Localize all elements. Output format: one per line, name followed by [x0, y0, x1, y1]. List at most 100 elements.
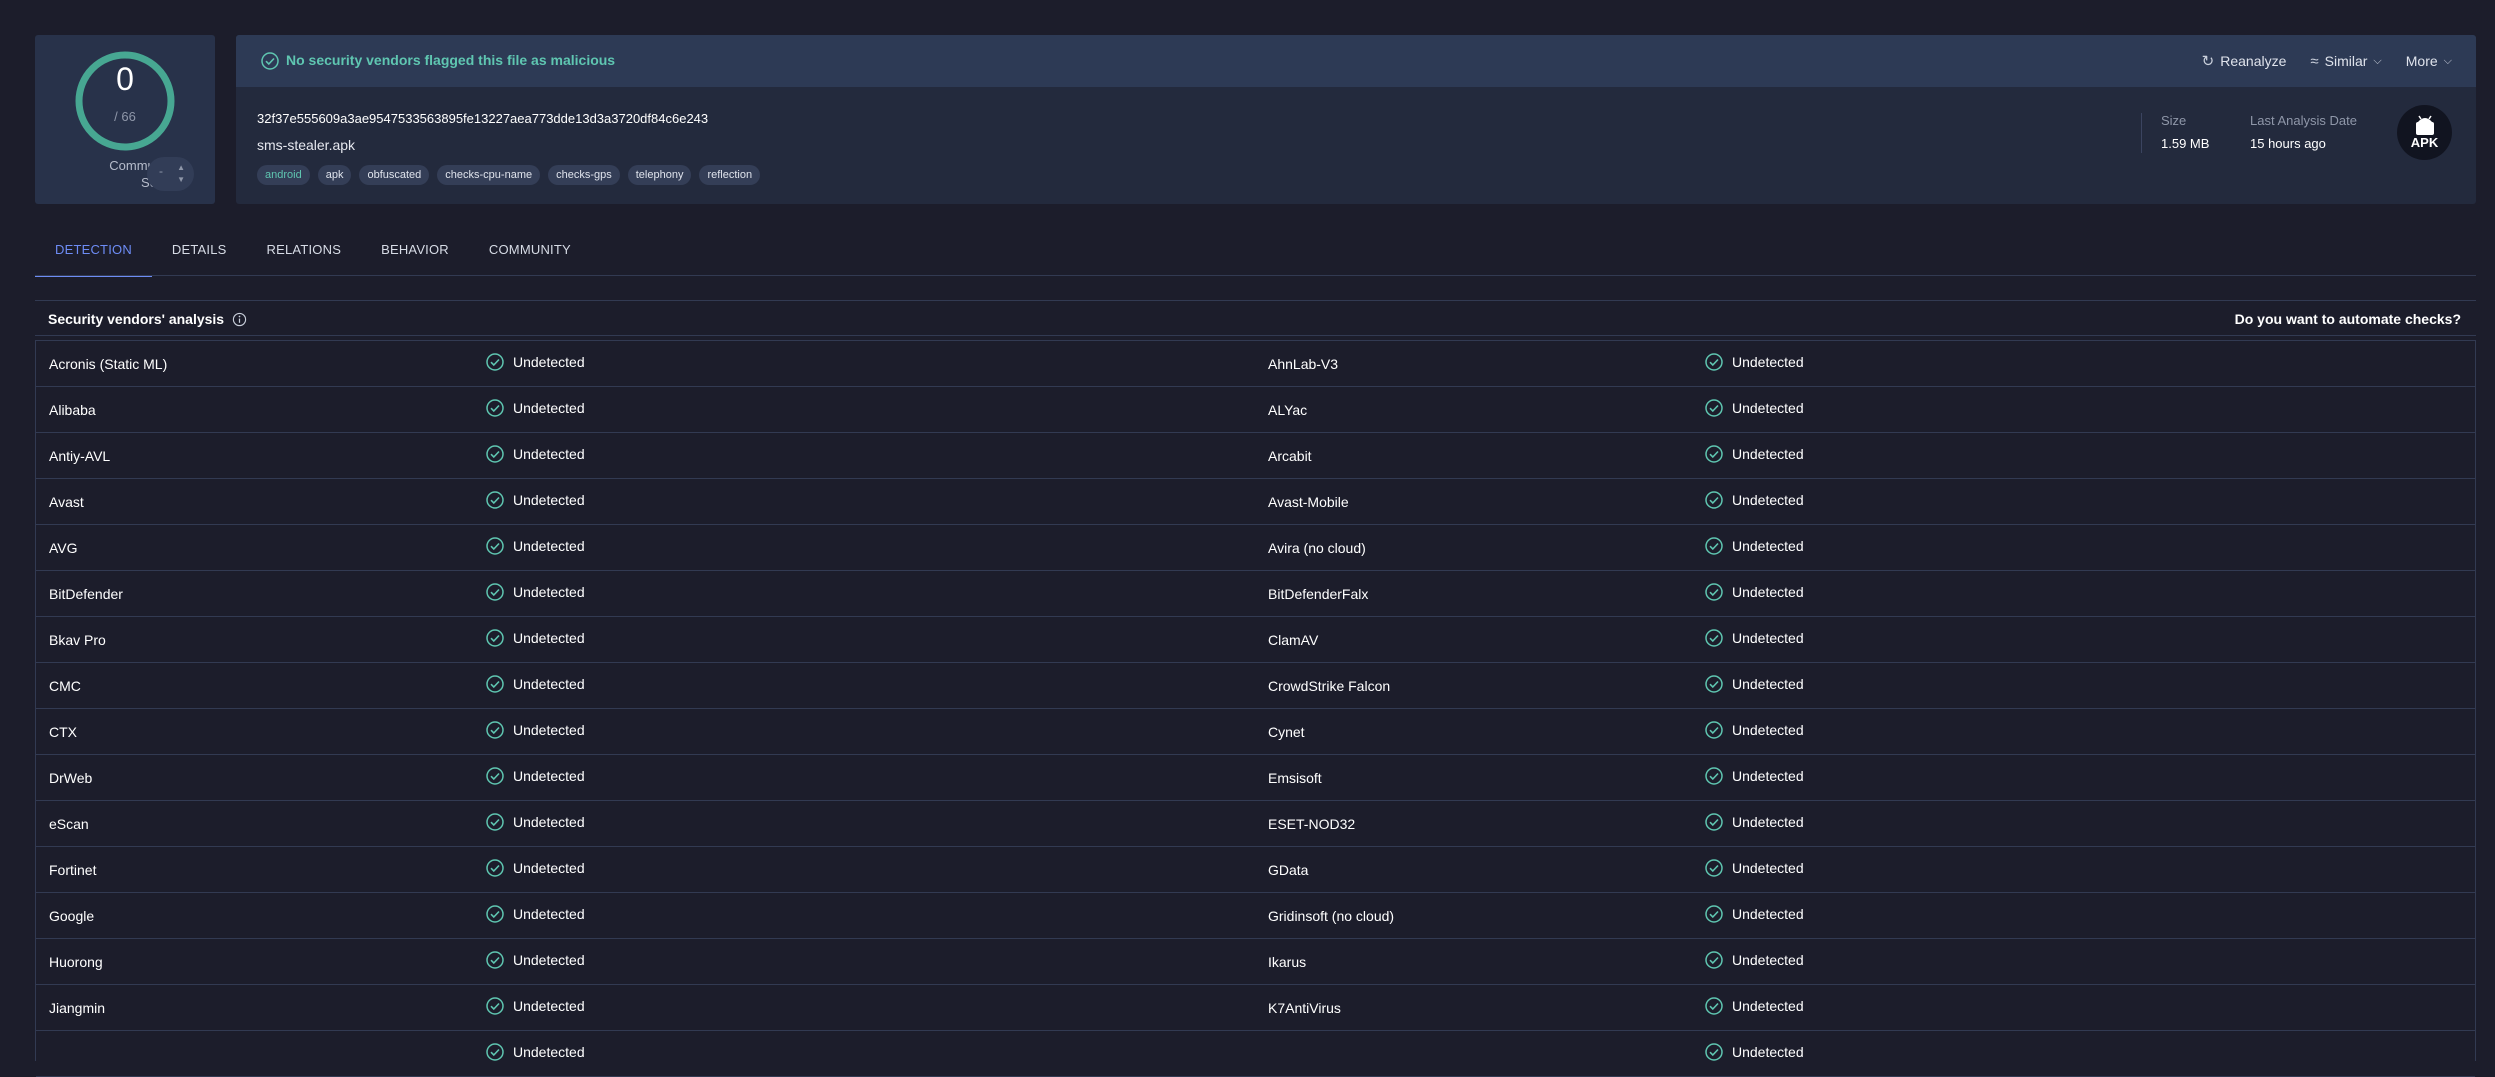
section-divider [35, 300, 2476, 301]
verdict-banner: No security vendors flagged this file as… [236, 35, 2476, 87]
table-row: Acronis (Static ML) Undetected AhnLab-V3 Un… [36, 341, 2475, 387]
vendor-name[interactable]: Alibaba [49, 402, 96, 418]
vendor-name[interactable]: K7AntiVirus [1268, 1000, 1341, 1016]
vendor-result-text: Undetected [513, 1044, 585, 1060]
check-circle-icon [261, 52, 279, 70]
detection-total: / 66 [114, 109, 136, 124]
tag-checks-cpu-name[interactable]: checks-cpu-name [437, 165, 541, 185]
vendor-result: Undetected [1704, 996, 1804, 1016]
vendor-name[interactable]: Fortinet [49, 862, 96, 878]
vendor-result-text: Undetected [1732, 860, 1804, 876]
tab-behavior[interactable]: BEHAVIOR [361, 237, 469, 275]
vendor-name[interactable]: CrowdStrike Falcon [1268, 678, 1390, 694]
check-circle-icon [486, 997, 504, 1015]
vendor-name[interactable]: eScan [49, 816, 89, 832]
vendor-name[interactable]: Cynet [1268, 724, 1305, 740]
vendor-name[interactable]: Avast-Mobile [1268, 494, 1349, 510]
check-circle-icon [486, 813, 504, 831]
table-row: AVG Undetected Avira (no cloud) Undetected [36, 525, 2475, 571]
check-circle-icon [1705, 951, 1723, 969]
vendor-result-text: Undetected [513, 538, 585, 554]
similar-button[interactable]: ≈ Similar ⌵ [2310, 52, 2381, 70]
chevron-down-icon: ⌵ [2373, 54, 2382, 67]
tag-apk[interactable]: apk [317, 165, 352, 185]
vendor-name[interactable]: ClamAV [1268, 632, 1318, 648]
table-row: Fortinet Undetected GData Undetected [36, 847, 2475, 893]
vendor-name[interactable]: Gridinsoft (no cloud) [1268, 908, 1394, 924]
vendor-result: Undetected [485, 858, 585, 878]
chevron-down-icon: ⌵ [2443, 54, 2452, 67]
tag-reflection[interactable]: reflection [699, 165, 761, 185]
table-row: Huorong Undetected Ikarus Undetected [36, 939, 2475, 985]
tab-details[interactable]: DETAILS [152, 237, 247, 275]
automate-checks-link[interactable]: Do you want to automate checks? [2235, 311, 2461, 327]
vendor-name[interactable]: Avast [49, 494, 84, 510]
community-vote-control[interactable]: - ▲ ▼ [147, 157, 194, 191]
vendor-result-text: Undetected [1732, 354, 1804, 370]
android-icon [2415, 115, 2434, 135]
check-circle-icon [1705, 399, 1723, 417]
vendor-result-text: Undetected [1732, 1044, 1804, 1060]
vendor-name[interactable]: BitDefenderFalx [1268, 586, 1368, 602]
vendor-result-text: Undetected [513, 446, 585, 462]
vendor-name[interactable]: GData [1268, 862, 1308, 878]
info-icon[interactable] [232, 312, 247, 327]
check-circle-icon [486, 675, 504, 693]
vendor-name[interactable]: CTX [49, 724, 77, 740]
vendor-name[interactable]: Arcabit [1268, 448, 1312, 464]
vote-down-icon[interactable]: ▼ [177, 175, 185, 184]
vendor-result-text: Undetected [1732, 538, 1804, 554]
file-hash[interactable]: 32f37e555609a3ae9547533563895fe13227aea7… [257, 111, 708, 126]
vendor-name[interactable]: DrWeb [49, 770, 92, 786]
tab-detection[interactable]: DETECTION [35, 237, 152, 277]
table-row: DrWeb Undetected Emsisoft Undetected [36, 755, 2475, 801]
vendor-name[interactable]: Huorong [49, 954, 103, 970]
file-size-value: 1.59 MB [2161, 136, 2210, 151]
tag-telephony[interactable]: telephony [627, 165, 692, 185]
vendor-name[interactable]: Acronis (Static ML) [49, 356, 167, 372]
reanalyze-button[interactable]: ↻ Reanalyze [2202, 52, 2287, 70]
vendor-name[interactable]: Ikarus [1268, 954, 1306, 970]
vendor-result: Undetected [485, 766, 585, 786]
vendor-name[interactable]: ALYac [1268, 402, 1307, 418]
vendor-name[interactable]: Avira (no cloud) [1268, 540, 1366, 556]
table-row: Google Undetected Gridinsoft (no cloud) Und… [36, 893, 2475, 939]
vendor-name[interactable]: Google [49, 908, 94, 924]
vote-up-icon[interactable]: ▲ [177, 163, 185, 172]
vendor-name[interactable]: Emsisoft [1268, 770, 1322, 786]
tab-community[interactable]: COMMUNITY [469, 237, 591, 275]
vendor-name[interactable]: Bkav Pro [49, 632, 106, 648]
check-circle-icon [486, 951, 504, 969]
tabs-divider [35, 275, 2476, 276]
more-button[interactable]: More ⌵ [2406, 52, 2452, 70]
vendor-result-text: Undetected [1732, 492, 1804, 508]
vendor-result: Undetected [1704, 858, 1804, 878]
vendor-result: Undetected [485, 628, 585, 648]
vendor-name[interactable]: ESET-NOD32 [1268, 816, 1355, 832]
check-circle-icon [1705, 813, 1723, 831]
vendor-name[interactable]: Antiy-AVL [49, 448, 110, 464]
meta-divider [2141, 113, 2142, 153]
vendor-result-text: Undetected [513, 676, 585, 692]
tag-android[interactable]: android [257, 165, 310, 185]
vendor-result: Undetected [1704, 398, 1804, 418]
vendor-result-text: Undetected [1732, 446, 1804, 462]
tab-relations[interactable]: RELATIONS [247, 237, 362, 275]
tag-obfuscated[interactable]: obfuscated [359, 165, 430, 185]
vendor-result-text: Undetected [1732, 998, 1804, 1014]
vendor-result: Undetected [485, 536, 585, 556]
tag-checks-gps[interactable]: checks-gps [548, 165, 620, 185]
vendor-result: Undetected [1704, 444, 1804, 464]
check-circle-icon [1705, 997, 1723, 1015]
vendor-name[interactable]: AhnLab-V3 [1268, 356, 1338, 372]
check-circle-icon [1705, 629, 1723, 647]
vendor-result: Undetected [1704, 490, 1804, 510]
vendor-name[interactable]: Jiangmin [49, 1000, 105, 1016]
check-circle-icon [486, 353, 504, 371]
last-analysis-date: Last Analysis Date 15 hours ago [2250, 113, 2357, 151]
check-circle-icon [486, 629, 504, 647]
vendor-name[interactable]: AVG [49, 540, 78, 556]
vendor-name[interactable]: BitDefender [49, 586, 123, 602]
vendor-name[interactable]: CMC [49, 678, 81, 694]
report-tabs: DETECTION DETAILS RELATIONS BEHAVIOR COM… [35, 237, 591, 277]
